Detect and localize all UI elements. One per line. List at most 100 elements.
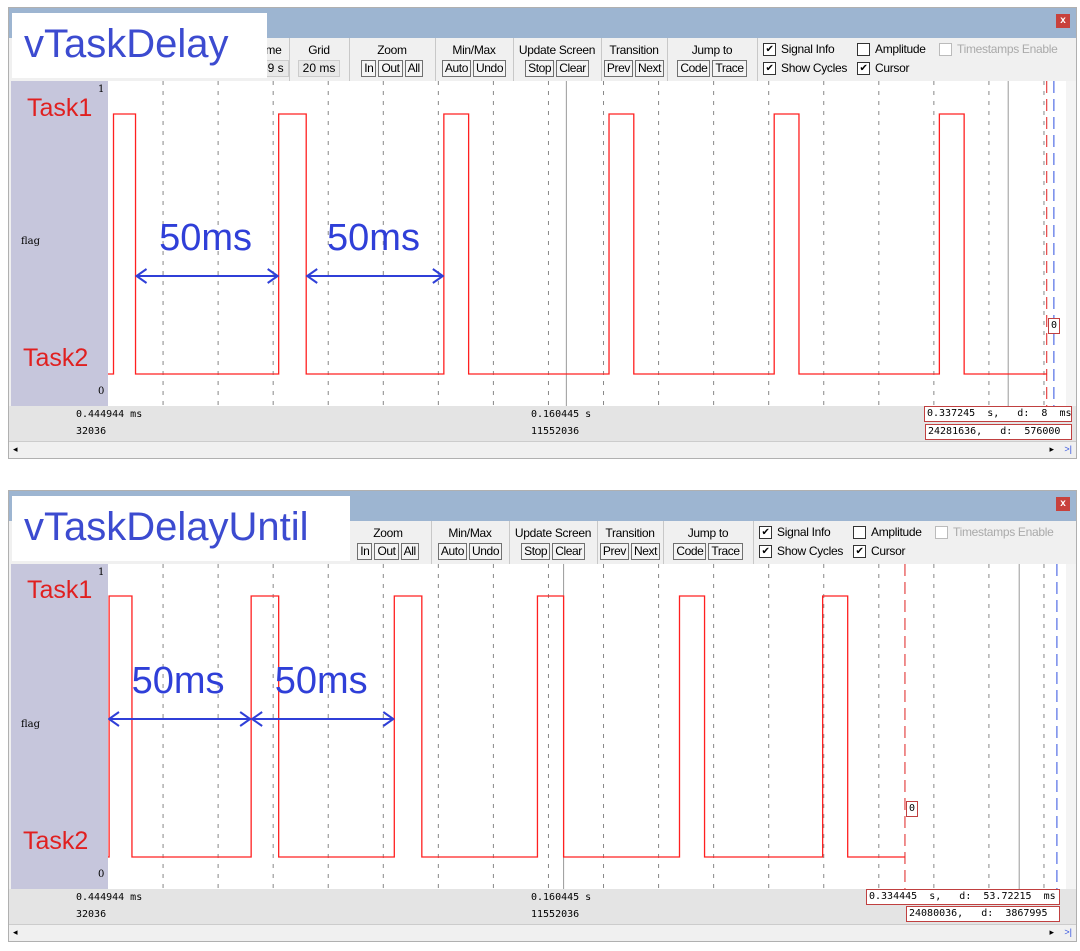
task1-pulse <box>279 114 307 374</box>
checkbox-box[interactable] <box>857 42 870 56</box>
close-button[interactable]: x <box>1056 497 1070 511</box>
minmax-label: Min/Max <box>452 43 496 57</box>
task1-pulse <box>774 114 799 374</box>
transition-group: Transition Prev Next <box>597 521 664 564</box>
update-screen-button-0[interactable]: Stop <box>525 60 555 77</box>
transition-button-0[interactable]: Prev <box>599 543 629 560</box>
transition-button-1[interactable]: Next <box>635 60 665 77</box>
close-button[interactable]: x <box>1056 14 1070 28</box>
mid-time: 0.160445 s <box>531 409 592 420</box>
minmax-button-0[interactable]: Auto <box>437 543 467 560</box>
update-screen-button-1[interactable]: Clear <box>552 543 585 560</box>
task2-label: Task2 <box>23 827 89 855</box>
flag-signal-trace <box>108 595 905 858</box>
checkbox-box[interactable]: ✔ <box>763 61 776 75</box>
horizontal-scrollbar[interactable]: ◂ ▸ >| <box>9 441 1076 458</box>
checkbox-box[interactable]: ✔ <box>763 42 776 56</box>
checkbox-amplitude[interactable]: Amplitude <box>857 42 926 56</box>
zoom-buttons: In Out All <box>345 543 431 560</box>
zoom-group: Zoom In Out All <box>349 38 436 81</box>
scroll-right-button[interactable]: ▸ <box>1049 444 1054 455</box>
signal-name[interactable]: flag <box>21 236 40 247</box>
jump-to-button-1[interactable]: Trace <box>712 60 747 77</box>
jump-to-group: Jump to Code Trace <box>663 521 754 564</box>
vertical-scrollbar[interactable] <box>1066 564 1076 889</box>
zoom-button-2[interactable]: All <box>404 60 423 77</box>
update-screen-button-0[interactable]: Stop <box>521 543 551 560</box>
signal-name[interactable]: flag <box>21 719 40 730</box>
left-time: 0.444944 ms <box>76 892 143 903</box>
jump-to-button-0[interactable]: Code <box>677 60 711 77</box>
checkbox-box[interactable]: ✔ <box>759 544 772 558</box>
zoom-label: Zoom <box>373 526 403 540</box>
overlay-title: vTaskDelayUntil <box>12 496 350 561</box>
update-screen-button-1[interactable]: Clear <box>556 60 589 77</box>
minmax-group: Min/Max Auto Undo <box>435 38 514 81</box>
checkbox-cursor[interactable]: ✔ Cursor <box>857 61 910 75</box>
checkbox-box[interactable] <box>853 525 866 539</box>
checkbox-box[interactable]: ✔ <box>853 544 866 558</box>
mid-cycles: 11552036 <box>531 909 580 920</box>
transition-button-0[interactable]: Prev <box>603 60 633 77</box>
cursor-time-box: 0.334445 s, d: 53.72215 ms <box>866 889 1060 905</box>
grid-value-wrap: 20 ms <box>289 60 349 77</box>
jump-to-button-1[interactable]: Trace <box>708 543 743 560</box>
checkbox-box[interactable] <box>935 525 948 539</box>
scroll-end-button[interactable]: >| <box>1064 927 1072 937</box>
checkbox-amplitude[interactable]: Amplitude <box>853 525 922 539</box>
waveform-svg <box>107 564 1058 889</box>
minmax-button-0[interactable]: Auto <box>441 60 471 77</box>
task1-label: Task1 <box>27 576 93 604</box>
scroll-end-button[interactable]: >| <box>1064 444 1072 454</box>
task1-pulse <box>394 596 422 857</box>
analyzer-window: x Zoom In Out All Min/Max Auto Undo Update Scree… <box>8 490 1077 942</box>
interval-annotation: 50ms <box>327 217 420 259</box>
minmax-label: Min/Max <box>448 526 492 540</box>
mid-time: 0.160445 s <box>531 892 592 903</box>
analyzer-window: x Time 789 s Grid 20 ms Zoom In Out All Min/Max Au… <box>8 7 1077 459</box>
zoom-button-1[interactable]: Out <box>374 543 399 560</box>
checkbox-show-cycles[interactable]: ✔ Show Cycles <box>763 61 847 75</box>
jump-to-button-0[interactable]: Code <box>673 543 707 560</box>
minmax-button-1[interactable]: Undo <box>473 60 507 77</box>
zoom-button-0[interactable]: In <box>357 543 373 560</box>
checkbox-signal-info[interactable]: ✔ Signal Info <box>763 42 835 56</box>
checkbox-show-cycles[interactable]: ✔ Show Cycles <box>759 544 843 558</box>
checkbox-label: Cursor <box>871 544 906 558</box>
interval-annotation: 50ms <box>159 217 253 259</box>
scroll-left-button[interactable]: ◂ <box>13 444 18 455</box>
transition-buttons: Prev Next <box>597 543 663 560</box>
transition-label: Transition <box>605 526 655 540</box>
update-screen-buttons: Stop Clear <box>509 543 597 560</box>
checkbox-label: Signal Info <box>777 525 831 539</box>
checkbox-label: Timestamps Enable <box>953 525 1054 539</box>
checkbox-label: Show Cycles <box>777 544 844 558</box>
minmax-button-1[interactable]: Undo <box>469 543 503 560</box>
checkbox-box[interactable] <box>939 42 952 56</box>
checkbox-cursor[interactable]: ✔ Cursor <box>853 544 906 558</box>
checkbox-box[interactable]: ✔ <box>857 61 870 75</box>
update-screen-label: Update Screen <box>518 43 596 57</box>
vertical-scrollbar[interactable] <box>1066 81 1076 406</box>
checkbox-signal-info[interactable]: ✔ Signal Info <box>759 525 831 539</box>
zoom-button-1[interactable]: Out <box>378 60 403 77</box>
zoom-button-0[interactable]: In <box>361 60 377 77</box>
scroll-right-button[interactable]: ▸ <box>1049 927 1054 938</box>
checkbox-label: Amplitude <box>875 42 926 56</box>
transition-button-1[interactable]: Next <box>631 543 661 560</box>
scroll-left-button[interactable]: ◂ <box>13 927 18 938</box>
zoom-button-2[interactable]: All <box>400 543 419 560</box>
checkbox-label: Signal Info <box>781 42 835 56</box>
checkbox-box[interactable]: ✔ <box>759 525 772 539</box>
checkbox-label: Cursor <box>875 61 910 75</box>
cursor-cycles-box: 24281636, d: 576000 <box>925 424 1072 440</box>
cursor-cycles-box: 24080036, d: 3867995 <box>906 906 1060 922</box>
horizontal-scrollbar[interactable]: ◂ ▸ >| <box>9 924 1076 941</box>
update-screen-group: Update Screen Stop Clear <box>509 521 598 564</box>
transition-buttons: Prev Next <box>601 60 667 77</box>
task1-pulse <box>609 114 634 374</box>
zoom-buttons: In Out All <box>349 60 435 77</box>
jump-to-buttons: Code Trace <box>663 543 753 560</box>
task1-pulse <box>939 114 964 374</box>
interval-annotation: 50ms <box>274 660 368 702</box>
